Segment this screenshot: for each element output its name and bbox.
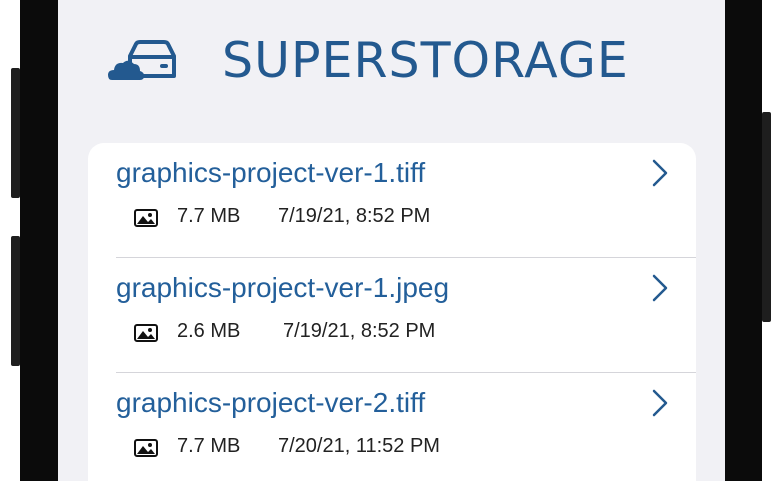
file-row[interactable]: graphics-project-ver-1.jpeg 2.6 MB 7/19/…	[88, 258, 696, 373]
file-size: 2.6 MB	[177, 320, 241, 342]
app-header: SUPERSTORAGE	[58, 0, 725, 120]
file-name: graphics-project-ver-1.tiff	[116, 157, 426, 188]
app-title: SUPERSTORAGE	[222, 32, 629, 89]
file-name: graphics-project-ver-1.jpeg	[116, 272, 450, 303]
file-name: graphics-project-ver-2.tiff	[116, 387, 426, 418]
cloud-car-icon	[108, 40, 176, 80]
image-icon	[134, 439, 158, 457]
chevron-right-icon	[652, 274, 668, 302]
chevron-right-icon	[652, 159, 668, 187]
image-icon	[134, 324, 158, 342]
file-list: graphics-project-ver-1.tiff 7.7 MB 7/19/…	[88, 143, 696, 481]
chevron-right-icon	[652, 389, 668, 417]
device-button-left-lower	[11, 236, 20, 366]
file-row[interactable]: graphics-project-ver-2.tiff 7.7 MB 7/20/…	[88, 373, 696, 481]
file-size: 7.7 MB	[177, 205, 241, 227]
device-button-right	[762, 112, 771, 322]
file-date: 7/19/21, 8:52 PM	[283, 320, 436, 342]
file-date: 7/20/21, 11:52 PM	[278, 435, 440, 457]
file-row[interactable]: graphics-project-ver-1.tiff 7.7 MB 7/19/…	[88, 143, 696, 258]
device-button-left-upper	[11, 68, 20, 198]
app-screen: SUPERSTORAGE graphics-project-ver-1.tiff…	[58, 0, 725, 481]
file-date: 7/19/21, 8:52 PM	[278, 205, 431, 227]
file-size: 7.7 MB	[177, 435, 241, 457]
image-icon	[134, 209, 158, 227]
